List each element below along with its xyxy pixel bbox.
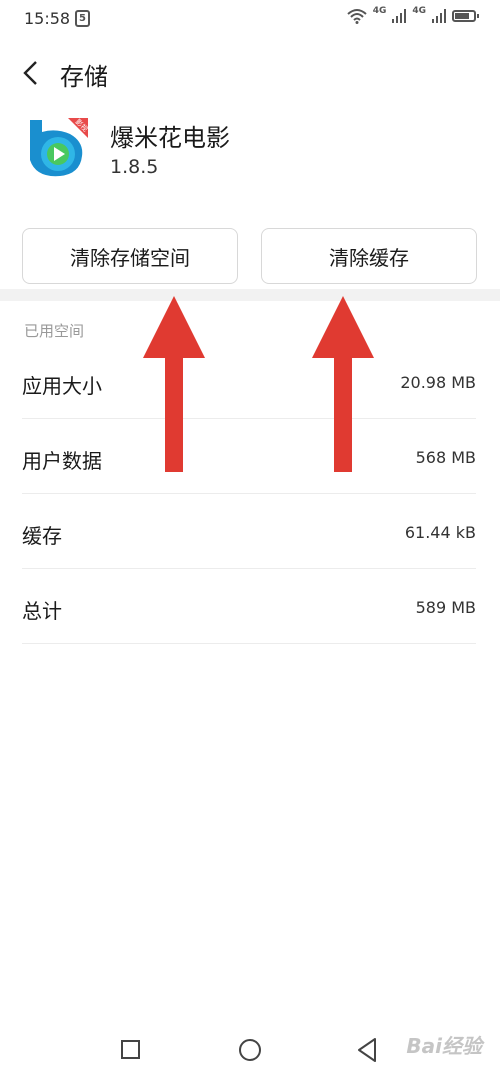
status-bar: 15:58 5 4G 4G (0, 0, 500, 36)
app-icon: 影视 (30, 117, 88, 177)
row-value: 61.44 kB (404, 523, 476, 542)
storage-row-total: 总计 589 MB (22, 571, 476, 644)
back-button[interactable] (16, 56, 46, 90)
back-icon[interactable] (356, 1037, 378, 1063)
chevron-left-icon (23, 61, 37, 85)
clear-storage-button[interactable]: 清除存储空间 (22, 228, 238, 284)
row-label: 应用大小 (22, 374, 102, 398)
wifi-icon (347, 9, 367, 24)
app-version: 1.8.5 (110, 156, 159, 178)
system-nav-bar: Bai经验 (0, 1020, 500, 1084)
watermark-logo: Bai经验 (406, 1034, 482, 1058)
signal-icon (392, 9, 407, 23)
app-bar: 存储 (0, 52, 500, 96)
row-label: 用户数据 (22, 449, 102, 473)
signal-icon (432, 9, 446, 23)
row-value: 589 MB (415, 598, 476, 617)
row-value: 568 MB (415, 448, 476, 467)
section-divider (0, 289, 500, 301)
home-icon[interactable] (239, 1039, 261, 1061)
battery-level (455, 13, 469, 19)
storage-row-cache: 缓存 61.44 kB (22, 496, 476, 569)
status-right: 4G 4G (347, 6, 479, 24)
storage-row-app-size: 应用大小 20.98 MB (22, 346, 476, 419)
row-label: 总计 (22, 599, 62, 623)
section-label: 已用空间 (24, 322, 85, 340)
page-title: 存储 (60, 63, 108, 91)
status-time: 15:58 (24, 9, 71, 28)
storage-row-user-data: 用户数据 568 MB (22, 421, 476, 494)
app-name: 爆米花电影 (110, 124, 230, 152)
clear-cache-button[interactable]: 清除缓存 (261, 228, 477, 284)
battery-icon (452, 10, 479, 22)
recent-apps-icon[interactable] (121, 1040, 140, 1059)
annotation-arrow-up-icon (143, 296, 205, 472)
annotation-arrow-up-icon (312, 296, 374, 472)
html5-icon: 5 (75, 10, 90, 27)
network-label-1: 4G (372, 6, 387, 16)
network-label-2: 4G (412, 6, 426, 16)
row-value: 20.98 MB (400, 373, 476, 392)
row-label: 缓存 (22, 524, 62, 548)
